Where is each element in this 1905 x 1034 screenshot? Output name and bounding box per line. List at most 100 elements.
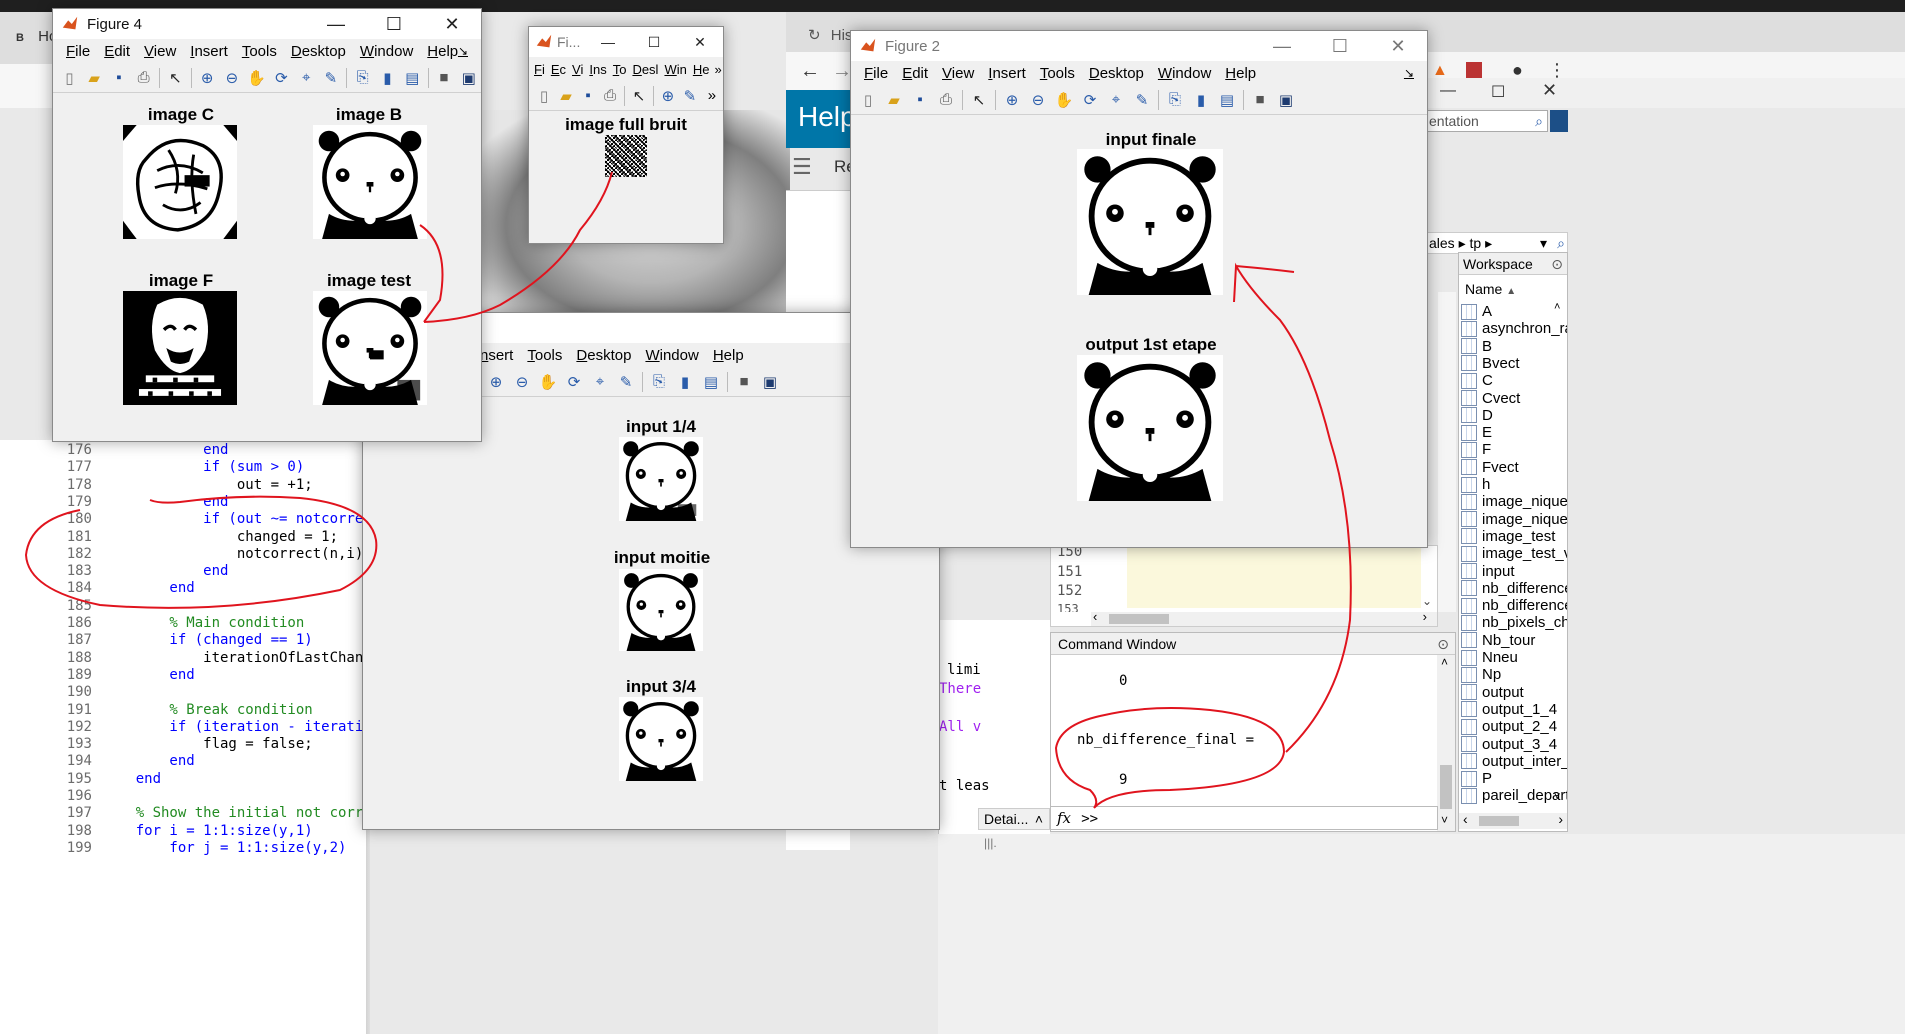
menu-item[interactable]: Desl (632, 62, 658, 77)
menu-insert[interactable]: Insert (190, 43, 228, 60)
menu-item[interactable]: Vi (572, 62, 583, 77)
save-icon[interactable]: ▪ (107, 66, 132, 90)
edit-plot-icon[interactable]: ↖ (163, 66, 188, 90)
legend-icon[interactable]: ▤ (1214, 88, 1240, 112)
code-line[interactable]: 199 for j = 1:1:size(y,2) (52, 840, 347, 861)
menu-item[interactable]: Tools (527, 347, 562, 364)
rotate-icon[interactable]: ⟳ (269, 66, 294, 90)
data-cursor-icon[interactable]: ⌖ (587, 370, 613, 394)
menu-tools[interactable]: Tools (1040, 65, 1075, 82)
details-bar[interactable]: Detai... ˄ (978, 808, 1050, 830)
rotate-icon[interactable]: ⟳ (1077, 88, 1103, 112)
scroll-up-icon[interactable]: ˄ (1441, 655, 1448, 669)
new-figure-icon[interactable]: ▯ (57, 66, 82, 90)
zoom-in-icon[interactable]: ⊕ (657, 84, 679, 108)
h-scrollbar[interactable]: ‹ › (1091, 609, 1437, 626)
help-back-icon[interactable]: ← (800, 60, 820, 83)
print-icon[interactable]: ⎙ (599, 84, 621, 108)
minimize-icon[interactable]: — (307, 9, 365, 39)
overflow-icon[interactable]: » (714, 62, 721, 77)
maximize-icon[interactable]: ☐ (365, 9, 423, 39)
help-menu-icon[interactable]: ☰ (792, 154, 812, 180)
menu-desktop[interactable]: Desktop (1089, 65, 1144, 82)
zoom-out-icon[interactable]: ⊖ (1025, 88, 1051, 112)
maximize-icon[interactable]: ☐ (631, 27, 677, 57)
brush-icon[interactable]: ✎ (679, 84, 701, 108)
menu-item[interactable]: Fi (534, 62, 545, 77)
workspace-h-scroll[interactable]: ‹ › (1459, 811, 1567, 829)
menu-tools[interactable]: Tools (242, 43, 277, 60)
panel-options-icon[interactable]: ⊙ (1437, 633, 1449, 655)
menu-help[interactable]: Help (1225, 65, 1256, 82)
menu-item[interactable]: Ec (551, 62, 566, 77)
scroll-left-icon[interactable]: ‹ (1093, 609, 1097, 624)
menu-file[interactable]: File (864, 65, 888, 82)
link-icon[interactable]: ⎘ (646, 370, 672, 394)
maximize-icon[interactable]: ☐ (1311, 31, 1369, 61)
brush-icon[interactable]: ✎ (319, 66, 344, 90)
command-v-scroll[interactable]: ˄ ˅ (1437, 655, 1455, 831)
workspace-variable[interactable]: pareil_depart (1461, 785, 1567, 806)
doc-search-side-button[interactable] (1550, 110, 1568, 132)
new-figure-icon[interactable]: ▯ (533, 84, 555, 108)
zoom-out-icon[interactable]: ⊖ (509, 370, 535, 394)
print-icon[interactable]: ⎙ (131, 66, 156, 90)
link-icon[interactable]: ⎘ (350, 66, 375, 90)
menu-item[interactable]: Help (713, 347, 744, 364)
menu-item[interactable]: nsert (480, 347, 513, 364)
show-plot-tools-icon[interactable]: ▣ (456, 66, 481, 90)
scroll-left-icon[interactable]: ‹ (1463, 811, 1468, 827)
open-icon[interactable]: ▰ (82, 66, 107, 90)
legend-icon[interactable]: ▤ (400, 66, 425, 90)
close-icon[interactable]: ✕ (677, 27, 723, 57)
path-part[interactable]: ales (1429, 235, 1455, 251)
dock-arrow-icon[interactable]: ↘ (458, 44, 468, 58)
hide-plot-tools-icon[interactable]: ■ (1247, 88, 1273, 112)
show-plot-tools-icon[interactable]: ▣ (757, 370, 783, 394)
open-icon[interactable]: ▰ (555, 84, 577, 108)
scroll-thumb[interactable] (1440, 765, 1452, 809)
rotate-icon[interactable]: ⟳ (561, 370, 587, 394)
close-icon[interactable]: ✕ (1369, 31, 1427, 61)
workspace-column-header[interactable]: Name ▲ (1459, 279, 1567, 299)
open-icon[interactable]: ▰ (881, 88, 907, 112)
scroll-thumb[interactable] (1479, 816, 1519, 826)
close-icon[interactable]: ✕ (423, 9, 481, 39)
pan-icon[interactable]: ✋ (1051, 88, 1077, 112)
minimize-icon[interactable]: — (585, 27, 631, 57)
doc-minimize-icon[interactable]: — (1440, 82, 1456, 100)
print-icon[interactable]: ⎙ (933, 88, 959, 112)
colorbar-icon[interactable]: ▮ (672, 370, 698, 394)
doc-close-icon[interactable]: ✕ (1542, 80, 1557, 101)
data-cursor-icon[interactable]: ⌖ (294, 66, 319, 90)
editor-v-scroll-down-icon[interactable]: ⌄ (1422, 594, 1432, 608)
menu-item[interactable]: Ins (589, 62, 606, 77)
menu-file[interactable]: File (66, 43, 90, 60)
command-prompt[interactable]: fx >> (1050, 806, 1438, 830)
zoom-in-icon[interactable]: ⊕ (483, 370, 509, 394)
zoom-in-icon[interactable]: ⊕ (999, 88, 1025, 112)
brush-icon[interactable]: ✎ (613, 370, 639, 394)
colorbar-icon[interactable]: ▮ (1188, 88, 1214, 112)
path-part[interactable]: tp (1470, 235, 1482, 251)
menu-window[interactable]: Window (360, 43, 413, 60)
help-forward-icon[interactable]: → (832, 60, 852, 83)
menu-help[interactable]: Help (427, 43, 458, 60)
show-plot-tools-icon[interactable]: ▣ (1273, 88, 1299, 112)
colorbar-icon[interactable]: ▮ (375, 66, 400, 90)
scroll-right-icon[interactable]: › (1423, 609, 1427, 624)
menu-view[interactable]: View (144, 43, 176, 60)
menu-insert[interactable]: Insert (988, 65, 1026, 82)
edit-plot-icon[interactable]: ↖ (628, 84, 650, 108)
edit-plot-icon[interactable]: ↖ (966, 88, 992, 112)
workspace-v-scroll[interactable]: ˄ ˅ (1553, 301, 1567, 809)
doc-maximize-icon[interactable]: ☐ (1491, 82, 1505, 102)
menu-window[interactable]: Window (1158, 65, 1211, 82)
menu-view[interactable]: View (942, 65, 974, 82)
new-figure-icon[interactable]: ▯ (855, 88, 881, 112)
menu-item[interactable]: To (613, 62, 627, 77)
legend-icon[interactable]: ▤ (698, 370, 724, 394)
path-search-icon[interactable]: ⌕ (1557, 233, 1565, 253)
path-dropdown-icon[interactable]: ▾ (1540, 233, 1547, 253)
scroll-thumb[interactable] (1109, 614, 1169, 624)
